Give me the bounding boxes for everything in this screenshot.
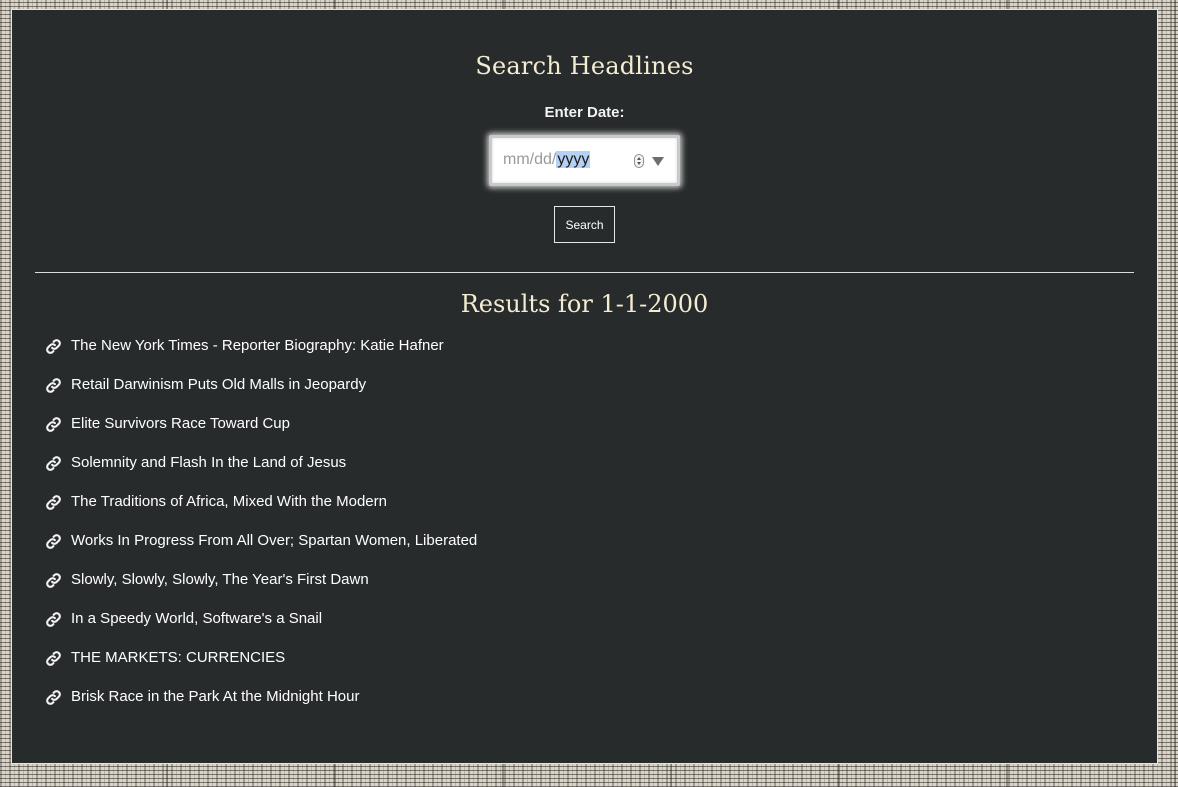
date-placeholder-year[interactable]: yyyy bbox=[556, 151, 591, 168]
date-placeholder[interactable]: mm/dd/yyyy bbox=[503, 151, 591, 169]
result-item[interactable]: Works In Progress From All Over; Spartan… bbox=[45, 531, 477, 570]
section-divider bbox=[35, 272, 1134, 273]
page-title: Search Headlines bbox=[475, 52, 694, 80]
result-item[interactable]: Retail Darwinism Puts Old Malls in Jeopa… bbox=[45, 375, 477, 414]
link-icon bbox=[45, 572, 62, 589]
calendar-dropdown-icon[interactable] bbox=[652, 157, 664, 166]
search-button[interactable]: Search bbox=[554, 206, 615, 243]
result-link[interactable]: Brisk Race in the Park At the Midnight H… bbox=[71, 687, 359, 707]
link-icon bbox=[45, 416, 62, 433]
result-link[interactable]: The Traditions of Africa, Mixed With the… bbox=[71, 492, 387, 512]
result-link[interactable]: Slowly, Slowly, Slowly, The Year's First… bbox=[71, 570, 369, 590]
search-panel: Search Headlines Enter Date: mm/dd/yyyy … bbox=[11, 9, 1158, 764]
link-icon bbox=[45, 377, 62, 394]
date-input[interactable]: mm/dd/yyyy bbox=[489, 135, 680, 186]
link-icon bbox=[45, 689, 62, 706]
results-title: Results for 1-1-2000 bbox=[460, 290, 709, 318]
result-link[interactable]: Retail Darwinism Puts Old Malls in Jeopa… bbox=[71, 375, 366, 395]
result-link[interactable]: In a Speedy World, Software's a Snail bbox=[71, 609, 322, 629]
result-item[interactable]: THE MARKETS: CURRENCIES bbox=[45, 648, 477, 687]
result-item[interactable]: The Traditions of Africa, Mixed With the… bbox=[45, 492, 477, 531]
date-stepper-icon[interactable] bbox=[634, 154, 644, 168]
link-icon bbox=[45, 533, 62, 550]
date-label: Enter Date: bbox=[544, 104, 625, 121]
result-link[interactable]: The New York Times - Reporter Biography:… bbox=[71, 336, 444, 356]
result-link[interactable]: Works In Progress From All Over; Spartan… bbox=[71, 531, 477, 551]
result-link[interactable]: Solemnity and Flash In the Land of Jesus bbox=[71, 453, 346, 473]
result-link[interactable]: Elite Survivors Race Toward Cup bbox=[71, 414, 290, 434]
result-item[interactable]: Slowly, Slowly, Slowly, The Year's First… bbox=[45, 570, 477, 609]
link-icon bbox=[45, 494, 62, 511]
result-item[interactable]: In a Speedy World, Software's a Snail bbox=[45, 609, 477, 648]
results-list: The New York Times - Reporter Biography:… bbox=[45, 336, 477, 726]
link-icon bbox=[45, 455, 62, 472]
result-item[interactable]: The New York Times - Reporter Biography:… bbox=[45, 336, 477, 375]
link-icon bbox=[45, 650, 62, 667]
link-icon bbox=[45, 338, 62, 355]
date-placeholder-month-day: mm/dd/ bbox=[503, 151, 557, 168]
result-link[interactable]: THE MARKETS: CURRENCIES bbox=[71, 648, 285, 668]
link-icon bbox=[45, 611, 62, 628]
result-item[interactable]: Solemnity and Flash In the Land of Jesus bbox=[45, 453, 477, 492]
result-item[interactable]: Elite Survivors Race Toward Cup bbox=[45, 414, 477, 453]
result-item[interactable]: Brisk Race in the Park At the Midnight H… bbox=[45, 687, 477, 726]
